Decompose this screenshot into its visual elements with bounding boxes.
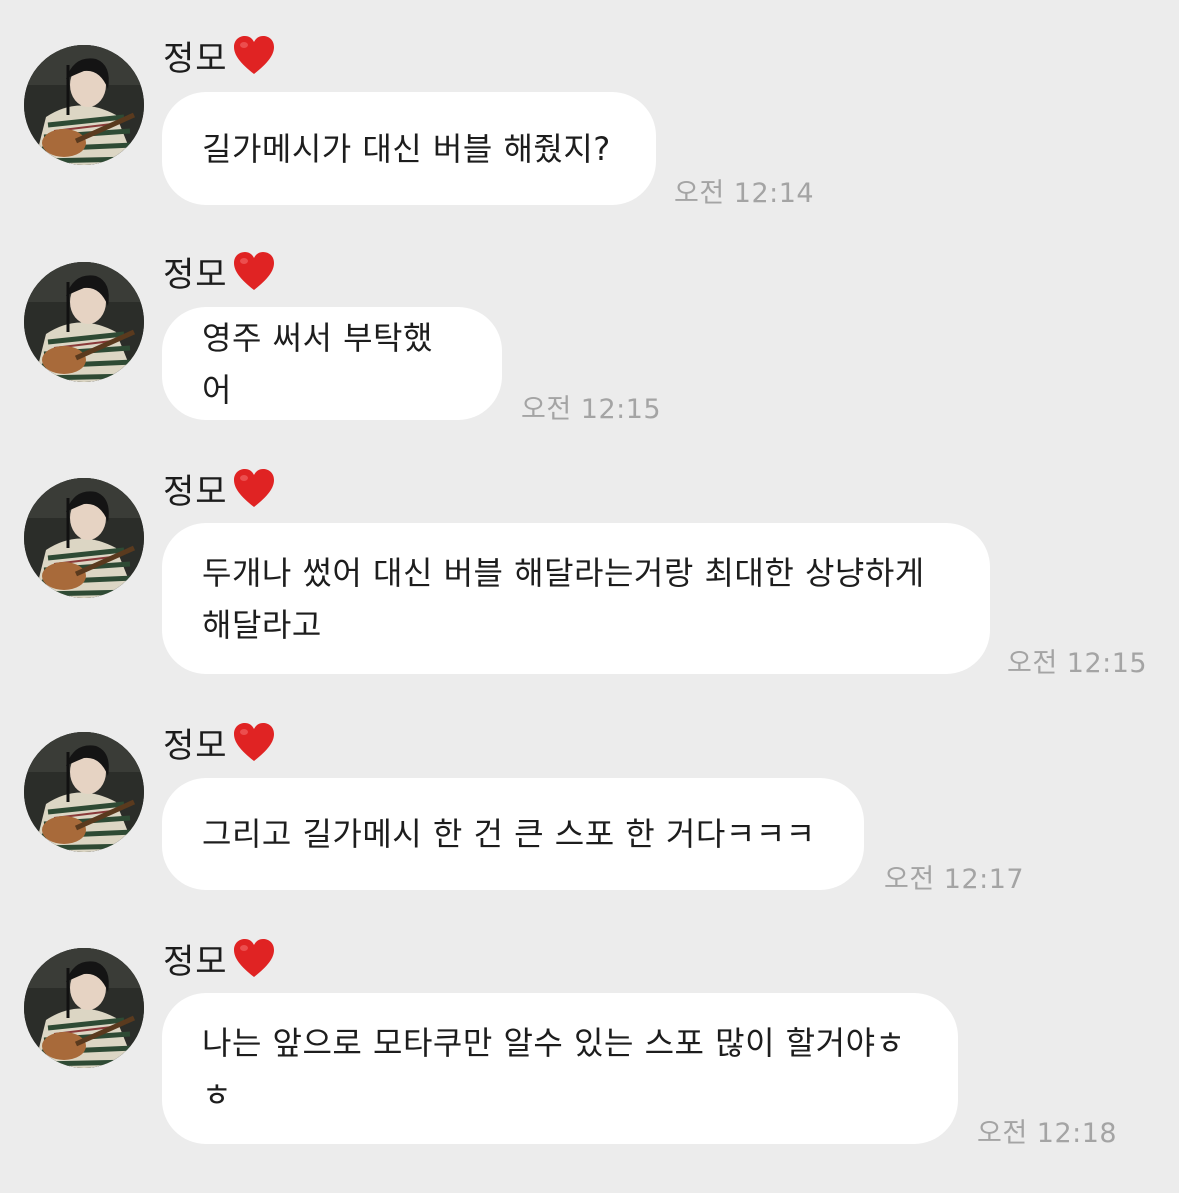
message-bubble[interactable]: 나는 앞으로 모타쿠만 알수 있는 스포 많이 할거야ㅎ ㅎ: [162, 993, 958, 1144]
timestamp: 오전 12:17: [884, 864, 1025, 895]
sender-label: 정모: [163, 246, 276, 296]
sender-label: 정모: [163, 30, 276, 80]
heart-icon: [233, 252, 274, 290]
sender-label: 정모: [163, 463, 276, 513]
sender-name: 정모: [163, 941, 228, 982]
timestamp: 오전 12:15: [521, 394, 662, 425]
heart-icon: [233, 939, 274, 977]
timestamp: 오전 12:14: [674, 178, 815, 209]
avatar[interactable]: [24, 948, 144, 1068]
message-bubble[interactable]: 영주 써서 부탁했어: [162, 307, 502, 420]
sender-label: 정모: [163, 933, 276, 983]
sender-name: 정모: [163, 725, 228, 766]
timestamp: 오전 12:15: [1007, 648, 1148, 679]
message-text: 그리고 길가메시 한 건 큰 스포 한 거다ㅋㅋㅋ: [202, 815, 816, 853]
message-bubble[interactable]: 길가메시가 대신 버블 해줬지?: [162, 92, 656, 205]
sender-name: 정모: [163, 38, 228, 79]
avatar[interactable]: [24, 262, 144, 382]
message-bubble[interactable]: 그리고 길가메시 한 건 큰 스포 한 거다ㅋㅋㅋ: [162, 778, 864, 890]
sender-name: 정모: [163, 254, 228, 295]
sender-name: 정모: [163, 471, 228, 512]
timestamp: 오전 12:18: [977, 1118, 1118, 1149]
avatar[interactable]: [24, 45, 144, 165]
message-text: 나는 앞으로 모타쿠만 알수 있는 스포 많이 할거야ㅎ ㅎ: [202, 1023, 906, 1114]
sender-label: 정모: [163, 717, 276, 767]
avatar[interactable]: [24, 732, 144, 852]
message-bubble[interactable]: 두개나 썼어 대신 버블 해달라는거랑 최대한 상냥하게 해달라고: [162, 523, 990, 674]
heart-icon: [233, 469, 274, 507]
message-text: 영주 써서 부탁했어: [202, 318, 433, 409]
message-text: 두개나 썼어 대신 버블 해달라는거랑 최대한 상냥하게 해달라고: [202, 553, 925, 644]
message-text: 길가메시가 대신 버블 해줬지?: [202, 129, 611, 168]
heart-icon: [233, 723, 274, 761]
heart-icon: [233, 36, 274, 74]
avatar[interactable]: [24, 478, 144, 598]
